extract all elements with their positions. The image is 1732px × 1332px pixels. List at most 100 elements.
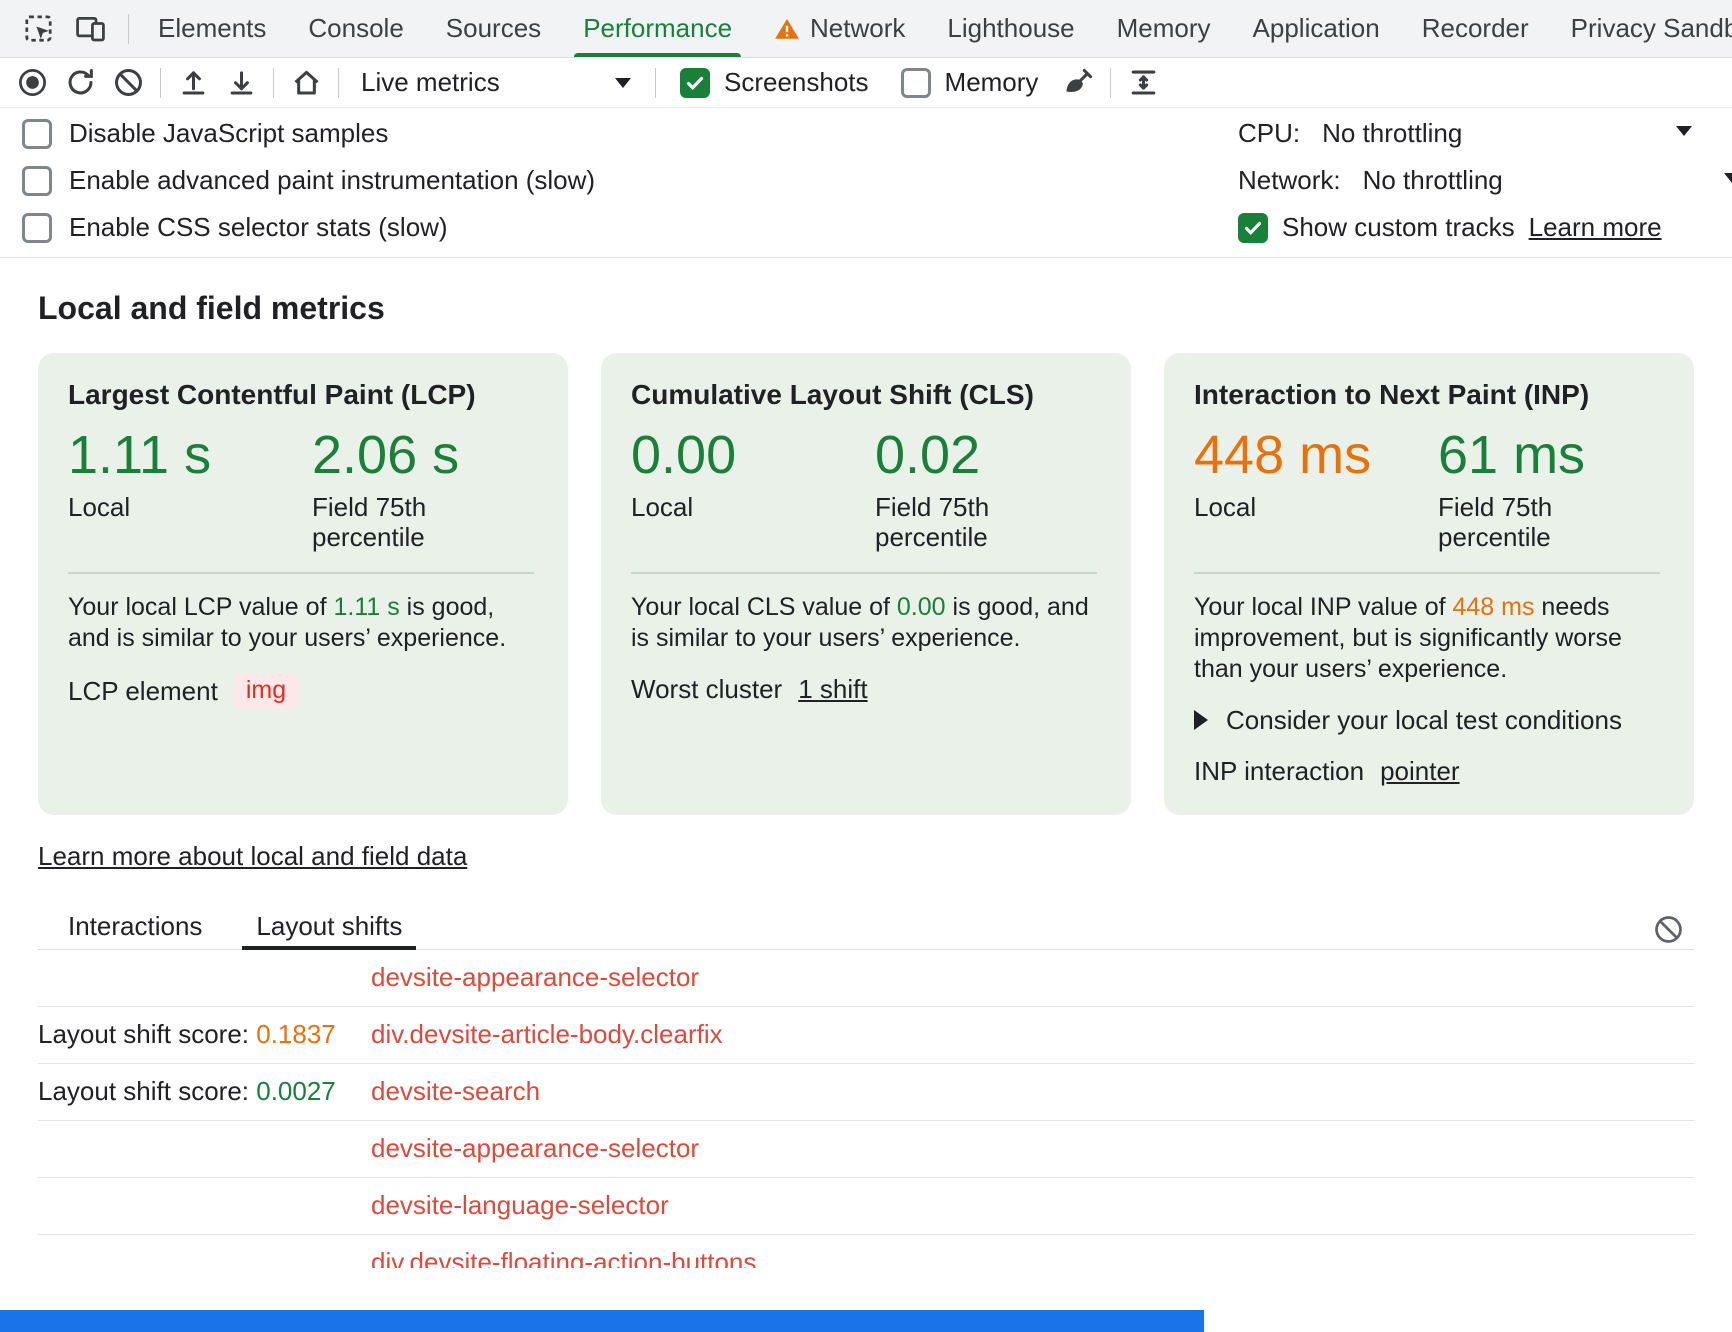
layout-shift-row[interactable]: devsite-language-selector: [38, 1178, 1694, 1235]
layout-shift-row[interactable]: devsite-appearance-selector: [38, 1121, 1694, 1178]
element-link[interactable]: devsite-search: [371, 1076, 540, 1107]
tab-network[interactable]: Network: [753, 0, 926, 57]
layout-shift-row[interactable]: devsite-appearance-selector: [38, 950, 1694, 1007]
separator: [338, 68, 339, 98]
tab-console[interactable]: Console: [287, 0, 424, 57]
checkbox-checked-icon[interactable]: [1238, 213, 1268, 243]
extra-label: Worst cluster: [631, 674, 782, 705]
save-profile-icon[interactable]: [217, 61, 265, 105]
layout-shift-row[interactable]: Layout shift score: 0.0027 devsite-searc…: [38, 1064, 1694, 1121]
performance-settings: Disable JavaScript samples Enable advanc…: [0, 108, 1732, 258]
log-tabs: Interactions Layout shifts: [38, 904, 1694, 950]
checkbox-label: Enable advanced paint instrumentation (s…: [69, 165, 595, 196]
element-link[interactable]: devsite-appearance-selector: [371, 1133, 699, 1164]
devtools-tabbar: Elements Console Sources Performance Net…: [0, 0, 1732, 58]
clear-log-icon[interactable]: [1644, 908, 1692, 952]
network-throttling-select[interactable]: Network: No throttling: [1238, 157, 1732, 204]
field-value-column: 0.02 Field 75th percentile: [875, 427, 1065, 552]
score-label: Layout shift score:: [38, 1019, 256, 1049]
separator: [655, 68, 656, 98]
view-mode-select[interactable]: Live metrics: [347, 62, 647, 104]
local-field-learn-more-link[interactable]: Learn more about local and field data: [38, 841, 467, 872]
field-value-column: 61 ms Field 75th percentile: [1438, 427, 1628, 552]
live-metrics-view: Local and field metrics Largest Contentf…: [0, 290, 1732, 1268]
score-value: 0.1837: [256, 1019, 336, 1049]
home-icon[interactable]: [282, 61, 330, 105]
collect-garbage-icon[interactable]: [1054, 61, 1102, 105]
advanced-paint-instrumentation-checkbox[interactable]: Enable advanced paint instrumentation (s…: [22, 157, 1238, 204]
metric-cards: Largest Contentful Paint (LCP) 1.11 s Lo…: [38, 353, 1694, 815]
horizontal-scrollbar[interactable]: [0, 1310, 1204, 1332]
local-value-column: 448 ms Local: [1194, 427, 1438, 552]
tab-label: Recorder: [1422, 13, 1529, 44]
field-value-column: 2.06 s Field 75th percentile: [312, 427, 502, 552]
record-icon[interactable]: [8, 61, 56, 105]
tab-recorder[interactable]: Recorder: [1401, 0, 1550, 57]
element-link[interactable]: div.devsite-article-body.clearfix: [371, 1019, 723, 1050]
layout-shift-row[interactable]: div.devsite-floating-action-buttons: [38, 1235, 1694, 1268]
element-link[interactable]: devsite-appearance-selector: [371, 962, 699, 993]
custom-tracks-label: Show custom tracks: [1282, 212, 1515, 243]
metric-card-inp: Interaction to Next Paint (INP) 448 ms L…: [1164, 353, 1694, 815]
metric-card-lcp: Largest Contentful Paint (LCP) 1.11 s Lo…: [38, 353, 568, 815]
score-value: 0.0027: [256, 1076, 336, 1106]
score-label: Layout shift score:: [38, 1076, 256, 1106]
chevron-down-icon: [1724, 173, 1732, 183]
tab-lighthouse[interactable]: Lighthouse: [926, 0, 1095, 57]
field-value: 2.06 s: [312, 427, 502, 484]
tab-application[interactable]: Application: [1232, 0, 1401, 57]
css-selector-stats-checkbox[interactable]: Enable CSS selector stats (slow): [22, 204, 1238, 251]
chevron-down-icon: [615, 78, 631, 88]
memory-checkbox[interactable]: Memory: [885, 67, 1055, 98]
metric-card-title: Interaction to Next Paint (INP): [1194, 379, 1660, 411]
tabbar-icons: [0, 0, 120, 57]
layout-shifts-table: devsite-appearance-selector Layout shift…: [38, 950, 1694, 1268]
network-value: No throttling: [1363, 165, 1503, 196]
inp-interaction-link[interactable]: pointer: [1380, 756, 1460, 787]
custom-tracks-learn-more-link[interactable]: Learn more: [1529, 212, 1662, 243]
screenshots-label: Screenshots: [724, 67, 869, 98]
tab-sources[interactable]: Sources: [425, 0, 562, 57]
metric-description: Your local CLS value of 0.00 is good, an…: [631, 592, 1097, 654]
metric-description: Your local INP value of 448 ms needs imp…: [1194, 592, 1660, 685]
local-test-conditions-expander[interactable]: Consider your local test conditions: [1194, 705, 1660, 736]
adjust-panels-icon[interactable]: [1119, 61, 1167, 105]
tab-privacy-sandbox[interactable]: Privacy Sandbox: [1550, 0, 1732, 57]
network-label: Network:: [1238, 165, 1341, 196]
cpu-label: CPU:: [1238, 118, 1300, 149]
tab-layout-shifts[interactable]: Layout shifts: [242, 904, 416, 949]
settings-checkbox-list: Disable JavaScript samples Enable advanc…: [0, 110, 1238, 251]
worst-cluster-link[interactable]: 1 shift: [798, 674, 867, 705]
element-link[interactable]: devsite-language-selector: [371, 1190, 669, 1221]
load-profile-icon[interactable]: [169, 61, 217, 105]
field-value: 61 ms: [1438, 427, 1628, 484]
worst-cluster-row: Worst cluster 1 shift: [631, 674, 1097, 705]
lcp-element-chip[interactable]: img: [234, 674, 298, 709]
clear-icon[interactable]: [104, 61, 152, 105]
metric-description: Your local LCP value of 1.11 s is good, …: [68, 592, 534, 654]
tab-memory[interactable]: Memory: [1096, 0, 1232, 57]
shift-score-cell: Layout shift score: 0.0027: [38, 1076, 371, 1107]
layout-shift-row[interactable]: Layout shift score: 0.1837 div.devsite-a…: [38, 1007, 1694, 1064]
screenshots-checkbox[interactable]: Screenshots: [664, 67, 885, 98]
disable-js-samples-checkbox[interactable]: Disable JavaScript samples: [22, 110, 1238, 157]
checkbox-unchecked-icon: [22, 119, 52, 149]
tab-label: Memory: [1117, 13, 1211, 44]
cpu-value: No throttling: [1322, 118, 1462, 149]
description-text: Your local CLS value of: [631, 593, 897, 621]
inspect-element-icon[interactable]: [14, 7, 62, 51]
tab-interactions[interactable]: Interactions: [54, 904, 216, 949]
cpu-throttling-select[interactable]: CPU: No throttling: [1238, 110, 1732, 157]
local-value-column: 1.11 s Local: [68, 427, 312, 552]
chevron-down-icon: [1676, 126, 1692, 136]
local-value-column: 0.00 Local: [631, 427, 875, 552]
local-value: 448 ms: [1194, 427, 1438, 484]
reload-and-record-icon[interactable]: [56, 61, 104, 105]
element-link[interactable]: div.devsite-floating-action-buttons: [371, 1247, 756, 1268]
tab-elements[interactable]: Elements: [137, 0, 287, 57]
tab-performance[interactable]: Performance: [562, 0, 753, 57]
view-mode-value: Live metrics: [361, 67, 500, 98]
device-toolbar-icon[interactable]: [66, 7, 114, 51]
checkbox-label: Enable CSS selector stats (slow): [69, 212, 448, 243]
divider: [68, 572, 534, 574]
